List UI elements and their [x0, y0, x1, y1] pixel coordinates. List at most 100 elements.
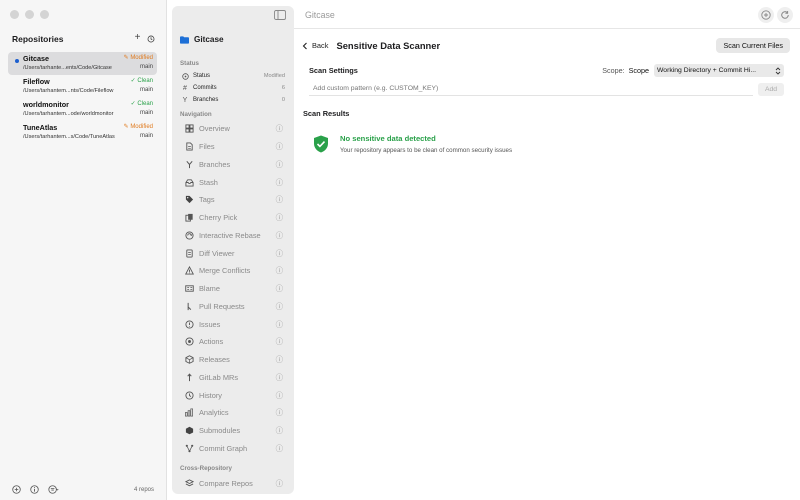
- repository-count: 4 repos: [133, 486, 154, 493]
- nav-item-analytics[interactable]: Analytics ⓘ: [178, 404, 288, 422]
- chevron-up-down-icon: [775, 66, 781, 75]
- rebase-icon: [184, 231, 194, 240]
- info-icon[interactable]: ⓘ: [276, 265, 283, 276]
- refresh-history-icon[interactable]: [145, 33, 156, 44]
- info-icon[interactable]: ⓘ: [276, 123, 283, 134]
- branches-row-label: Branches: [193, 97, 219, 103]
- repository-list: Gitcase /Users/tarhante...ents/Code/Gitc…: [8, 52, 157, 144]
- info-icon[interactable]: ⓘ: [276, 212, 283, 223]
- window-controls[interactable]: [10, 10, 49, 19]
- nav-item-compare-repos[interactable]: Compare Repos ⓘ: [178, 475, 288, 493]
- info-icon[interactable]: ⓘ: [276, 159, 283, 170]
- commits-row: # Commits 6: [181, 83, 285, 93]
- nav-item-actions[interactable]: Actions ⓘ: [178, 333, 288, 351]
- repository-item-gitcase[interactable]: Gitcase /Users/tarhante...ents/Code/Gitc…: [8, 52, 157, 75]
- nav-item-overview[interactable]: Overview ⓘ: [178, 120, 288, 138]
- branch-label: main: [139, 64, 153, 70]
- nav-item-blame[interactable]: Blame ⓘ: [178, 280, 288, 298]
- nav-item-pull-requests[interactable]: Pull Requests ⓘ: [178, 298, 288, 316]
- branches-row: Y Branches 0: [181, 95, 285, 105]
- status-badge: ✎ Modified: [123, 124, 153, 130]
- nav-item-files[interactable]: Files ⓘ: [178, 138, 288, 156]
- info-icon[interactable]: ⓘ: [276, 319, 283, 330]
- nav-item-commit-graph[interactable]: Commit Graph ⓘ: [178, 440, 288, 458]
- info-icon[interactable]: ⓘ: [276, 248, 283, 259]
- info-icon[interactable]: ⓘ: [276, 177, 283, 188]
- nav-item-stash[interactable]: Stash ⓘ: [178, 173, 288, 191]
- nav-item-submodules[interactable]: Submodules ⓘ: [178, 422, 288, 440]
- nav-item-label: Releases: [199, 355, 230, 365]
- nav-item-label: Blame: [199, 284, 220, 294]
- info-icon[interactable]: ⓘ: [276, 354, 283, 365]
- back-button[interactable]: Back: [302, 41, 328, 50]
- scan-current-files-button[interactable]: Scan Current Files: [716, 38, 790, 53]
- custom-pattern-input[interactable]: [309, 82, 753, 96]
- main-content: Gitcase Back Sensitive Data Scanner Scan…: [294, 0, 800, 500]
- nav-item-interactive-rebase[interactable]: Interactive Rebase ⓘ: [178, 227, 288, 245]
- nav-item-tags[interactable]: Tags ⓘ: [178, 191, 288, 209]
- toolbar: Gitcase: [294, 0, 800, 29]
- info-icon[interactable]: ⓘ: [276, 141, 283, 152]
- repository-item-fileflow[interactable]: Fileflow /Users/tarhantem...nts/Code/Fil…: [8, 75, 157, 98]
- sidebar-toggle-icon[interactable]: [274, 10, 286, 20]
- page-header: Back Sensitive Data Scanner Scan Current…: [302, 38, 790, 53]
- commit-graph-icon: [184, 444, 194, 453]
- cross-repository-list: Compare Repos ⓘ: [178, 475, 288, 493]
- nav-item-diff-viewer[interactable]: Diff Viewer ⓘ: [178, 244, 288, 262]
- repository-item-tuneatlas[interactable]: TuneAtlas /Users/tarhantem...s/Code/Tune…: [8, 121, 157, 144]
- nav-item-branches[interactable]: Branches ⓘ: [178, 156, 288, 174]
- nav-item-label: Files: [199, 142, 215, 152]
- actions-icon: [184, 337, 194, 346]
- info-icon[interactable]: ⓘ: [276, 230, 283, 241]
- add-icon[interactable]: [758, 7, 774, 23]
- repositories-header: Repositories +: [12, 33, 156, 44]
- current-repository: Gitcase: [180, 35, 224, 44]
- info-icon[interactable]: ⓘ: [276, 336, 283, 347]
- nav-item-label: History: [199, 390, 222, 400]
- nav-item-label: Commit Graph: [199, 443, 248, 453]
- folder-icon: [180, 35, 189, 44]
- repository-path: /Users/tarhantem...nts/Code/Fileflow: [23, 88, 114, 94]
- info-icon[interactable]: [30, 485, 39, 494]
- diff-icon: [184, 249, 194, 258]
- scan-result: No sensitive data detected Your reposito…: [313, 133, 512, 154]
- status-row: Status Modified: [181, 71, 285, 81]
- add-repository-icon[interactable]: +: [132, 33, 143, 44]
- scan-settings-row: Scan Settings Scope: Scope Working Direc…: [309, 64, 784, 77]
- info-icon[interactable]: ⓘ: [276, 407, 283, 418]
- info-icon[interactable]: ⓘ: [276, 194, 283, 205]
- commits-row-value: 6: [281, 85, 285, 91]
- add-circle-icon[interactable]: [12, 485, 21, 494]
- info-icon[interactable]: ⓘ: [276, 478, 283, 489]
- scope-select[interactable]: Working Directory + Commit Hi...: [654, 64, 784, 77]
- files-icon: [184, 142, 194, 151]
- status-section-label: Status: [180, 60, 199, 67]
- nav-item-history[interactable]: History ⓘ: [178, 386, 288, 404]
- nav-item-label: Submodules: [199, 426, 241, 436]
- current-repository-name: Gitcase: [194, 35, 224, 44]
- info-icon[interactable]: ⓘ: [276, 301, 283, 312]
- filter-menu-icon[interactable]: [48, 485, 59, 494]
- window-title: Gitcase: [305, 10, 335, 20]
- cherry-pick-icon: [184, 213, 194, 222]
- repository-item-worldmonitor[interactable]: worldmonitor /Users/tarhantem...ode/worl…: [8, 98, 157, 121]
- warning-icon: [184, 266, 194, 275]
- nav-item-releases[interactable]: Releases ⓘ: [178, 351, 288, 369]
- refresh-icon[interactable]: [777, 7, 793, 23]
- add-pattern-button[interactable]: Add: [758, 82, 784, 96]
- info-icon[interactable]: ⓘ: [276, 283, 283, 294]
- nav-item-issues[interactable]: Issues ⓘ: [178, 315, 288, 333]
- info-icon[interactable]: ⓘ: [276, 443, 283, 454]
- nav-item-merge-conflicts[interactable]: Merge Conflicts ⓘ: [178, 262, 288, 280]
- nav-item-cherry-pick[interactable]: Cherry Pick ⓘ: [178, 209, 288, 227]
- nav-item-label: Issues: [199, 319, 221, 329]
- nav-item-gitlab-mrs[interactable]: GitLab MRs ⓘ: [178, 369, 288, 387]
- cross-repository-section-label: Cross-Repository: [180, 465, 232, 472]
- close-window-button[interactable]: [10, 10, 19, 19]
- info-icon[interactable]: ⓘ: [276, 390, 283, 401]
- info-icon[interactable]: ⓘ: [276, 372, 283, 383]
- info-icon[interactable]: ⓘ: [276, 425, 283, 436]
- zoom-window-button[interactable]: [40, 10, 49, 19]
- blame-icon: [184, 284, 194, 293]
- minimize-window-button[interactable]: [25, 10, 34, 19]
